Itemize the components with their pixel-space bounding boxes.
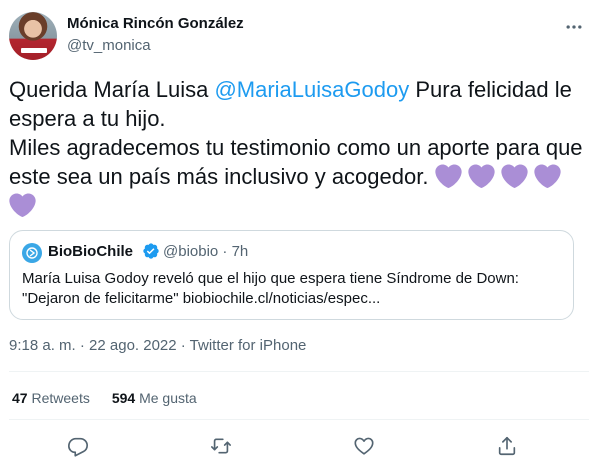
mention-link[interactable]: @MariaLuisaGodoy [214,77,409,102]
retweets-stat[interactable]: 47 Retweets [12,390,90,406]
retweets-count: 47 [12,390,28,406]
likes-count: 594 [111,390,136,406]
purple-heart-icon [534,164,561,188]
quote-author-name: BioBioChile [48,243,133,260]
divider [9,371,589,372]
reply-icon[interactable] [64,432,92,460]
author-avatar[interactable] [9,12,57,60]
quote-text-line2: "Dejaron de felicitarme" biobiochile.cl/… [22,290,381,307]
quote-text: María Luisa Godoy reveló que el hijo que… [22,269,567,309]
retweet-icon[interactable] [207,432,235,460]
tweet-actions [0,432,604,460]
purple-heart-icon [501,164,528,188]
quote-author-handle: @biobio · 7h [163,243,249,260]
likes-label: Me gusta [139,390,197,406]
tweet-timestamp[interactable]: 9:18 a. m. · 22 ago. 2022 · Twitter for … [9,337,306,354]
tweet-text-prefix: Querida María Luisa [9,77,215,102]
tweet-stats: 47 Retweets 594 Me gusta [12,390,197,406]
share-icon[interactable] [493,432,521,460]
tweet-text: Querida María Luisa @MariaLuisaGodoy Pur… [9,75,594,220]
like-icon[interactable] [350,432,378,460]
divider [9,419,589,420]
tweet: Mónica Rincón González @tv_monica Querid… [0,0,604,472]
author-handle[interactable]: @tv_monica [67,37,151,54]
purple-heart-icon [468,164,495,188]
author-name[interactable]: Mónica Rincón González [67,15,244,32]
retweets-label: Retweets [31,390,90,406]
quote-avatar [22,243,42,263]
quoted-tweet[interactable]: BioBioChile @biobio · 7h María Luisa God… [9,230,574,320]
purple-heart-icon [9,193,36,217]
verified-icon [142,242,160,265]
purple-heart-icon [434,164,462,188]
likes-stat[interactable]: 594 Me gusta [112,390,197,406]
more-icon[interactable] [560,13,588,41]
quote-text-line1: María Luisa Godoy reveló que el hijo que… [22,270,519,287]
